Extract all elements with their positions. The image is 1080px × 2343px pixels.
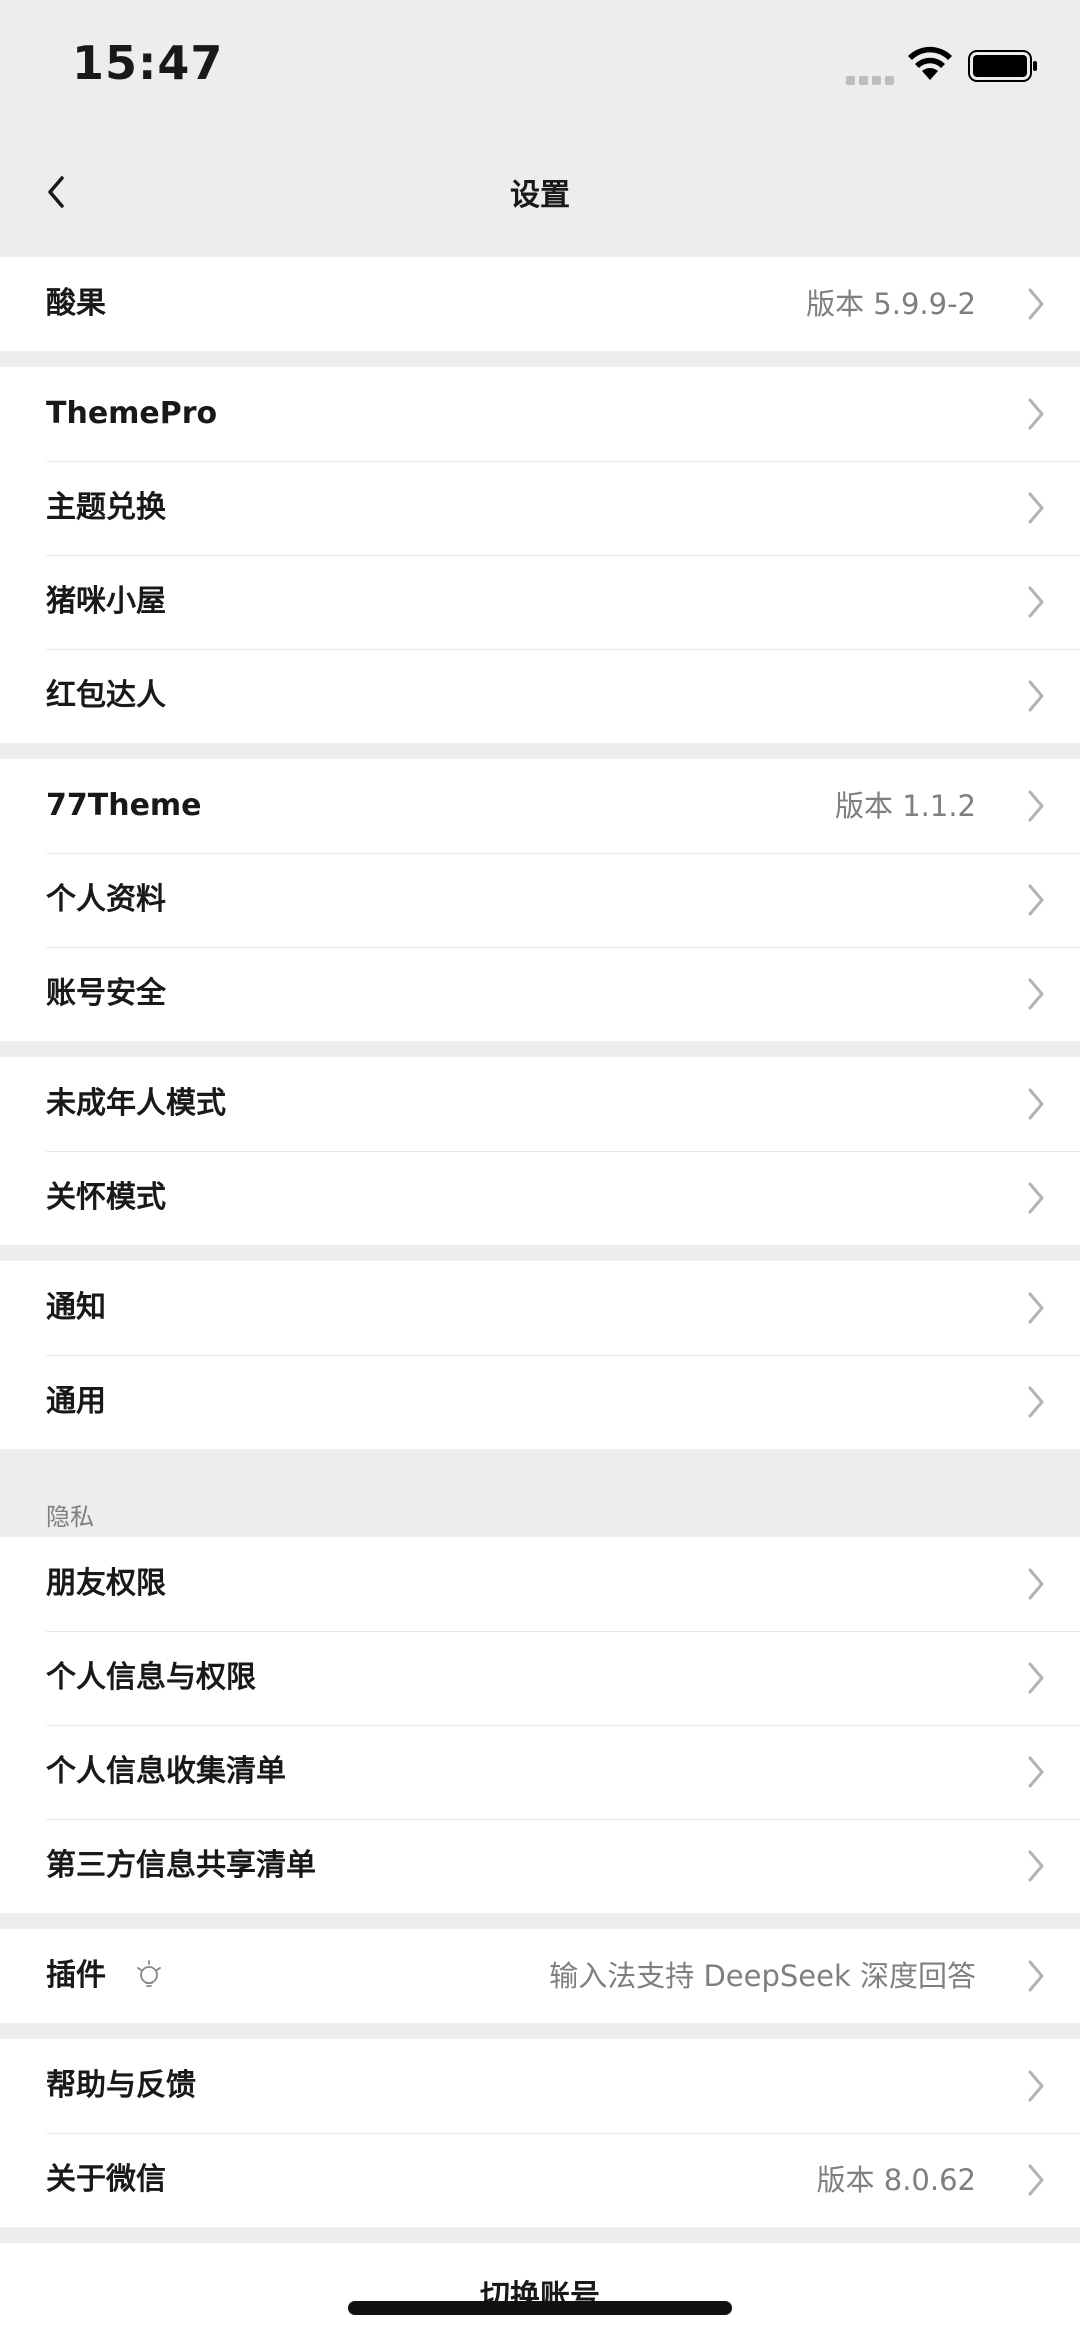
settings-row-cat-house[interactable]: 猪咪小屋 <box>0 555 1080 649</box>
chevron-right-icon <box>1028 398 1044 430</box>
settings-row-general[interactable]: 通用 <box>0 1355 1080 1449</box>
row-label: 帮助与反馈 <box>46 2068 196 2103</box>
settings-row-minor-mode[interactable]: 未成年人模式 <box>0 1057 1080 1151</box>
wifi-icon <box>908 46 952 80</box>
privacy-section-header: 隐私 <box>0 1449 1080 1537</box>
chevron-right-icon <box>1028 1850 1044 1882</box>
chevron-right-icon <box>1028 2070 1044 2102</box>
section-privacy: 朋友权限 个人信息与权限 个人信息收集清单 第三方信息共享清单 <box>0 1537 1080 1913</box>
row-label: 未成年人模式 <box>46 1086 226 1121</box>
settings-row-third-party-sharing-list[interactable]: 第三方信息共享清单 <box>0 1819 1080 1913</box>
section-plugins: 插件 输入法支持 DeepSeek 深度回答 <box>0 1929 1080 2023</box>
row-label: 个人资料 <box>46 882 166 917</box>
settings-row-help-feedback[interactable]: 帮助与反馈 <box>0 2039 1080 2133</box>
status-time: 15:47 <box>72 36 224 90</box>
row-label: 77Theme <box>46 788 202 823</box>
row-label: 主题兑换 <box>46 490 166 525</box>
row-label: 账号安全 <box>46 976 166 1011</box>
row-label: 个人信息与权限 <box>46 1660 256 1695</box>
chevron-right-icon <box>1028 790 1044 822</box>
row-label: 第三方信息共享清单 <box>46 1848 316 1883</box>
row-value: 版本 1.1.2 <box>834 789 976 823</box>
status-bar: 15:47 <box>0 0 1080 130</box>
row-label: 朋友权限 <box>46 1566 166 1601</box>
chevron-right-icon <box>1028 1756 1044 1788</box>
chevron-right-icon <box>1028 492 1044 524</box>
chevron-right-icon <box>1028 1088 1044 1120</box>
row-label: 通用 <box>46 1384 106 1419</box>
switch-account-button[interactable]: 切换账号 <box>0 2243 1080 2343</box>
plugin-lightbulb-icon <box>137 1960 161 1987</box>
settings-row-themepro[interactable]: ThemePro <box>0 367 1080 461</box>
section-themes: ThemePro 主题兑换 猪咪小屋 红包达人 <box>0 367 1080 743</box>
page-title: 设置 <box>510 178 570 213</box>
settings-row-friend-permissions[interactable]: 朋友权限 <box>0 1537 1080 1631</box>
row-label: 插件 <box>46 1958 106 1993</box>
navigation-bar: 设置 <box>0 130 1080 258</box>
chevron-right-icon <box>1028 2164 1044 2196</box>
row-label: 猪咪小屋 <box>46 584 166 619</box>
chevron-right-icon <box>1028 884 1044 916</box>
row-label: 红包达人 <box>46 678 166 713</box>
row-label: 酸果 <box>46 286 106 321</box>
section-suanguo: 酸果 版本 5.9.9-2 <box>0 257 1080 351</box>
chevron-right-icon <box>1028 1960 1044 1992</box>
settings-row-theme-redeem[interactable]: 主题兑换 <box>0 461 1080 555</box>
row-value: 版本 5.9.9-2 <box>806 287 976 321</box>
home-indicator[interactable] <box>348 2301 732 2315</box>
battery-icon <box>968 50 1037 82</box>
settings-row-info-collection-list[interactable]: 个人信息收集清单 <box>0 1725 1080 1819</box>
chevron-right-icon <box>1028 1568 1044 1600</box>
chevron-right-icon <box>1028 1292 1044 1324</box>
settings-row-notifications[interactable]: 通知 <box>0 1261 1080 1355</box>
chevron-right-icon <box>1028 586 1044 618</box>
settings-row-account-security[interactable]: 账号安全 <box>0 947 1080 1041</box>
row-label: 关于微信 <box>46 2162 166 2197</box>
row-label: 个人信息收集清单 <box>46 1754 286 1789</box>
settings-list: 酸果 版本 5.9.9-2 ThemePro 主题兑换 猪咪小屋 红包达人 77… <box>0 257 1080 2343</box>
settings-row-77theme[interactable]: 77Theme 版本 1.1.2 <box>0 759 1080 853</box>
chevron-right-icon <box>1028 1386 1044 1418</box>
section-help: 帮助与反馈 关于微信 版本 8.0.62 <box>0 2039 1080 2227</box>
privacy-header-label: 隐私 <box>46 1503 94 1531</box>
row-value: 输入法支持 DeepSeek 深度回答 <box>549 1959 976 1993</box>
row-value: 版本 8.0.62 <box>816 2163 976 2197</box>
settings-row-personal-info-permissions[interactable]: 个人信息与权限 <box>0 1631 1080 1725</box>
row-label: ThemePro <box>46 396 218 431</box>
chevron-right-icon <box>1028 288 1044 320</box>
row-label: 通知 <box>46 1290 106 1325</box>
settings-row-profile[interactable]: 个人资料 <box>0 853 1080 947</box>
chevron-right-icon <box>1028 1662 1044 1694</box>
settings-row-care-mode[interactable]: 关怀模式 <box>0 1151 1080 1245</box>
settings-row-plugins[interactable]: 插件 输入法支持 DeepSeek 深度回答 <box>0 1929 1080 2023</box>
settings-row-suanguo[interactable]: 酸果 版本 5.9.9-2 <box>0 257 1080 351</box>
section-modes: 未成年人模式 关怀模式 <box>0 1057 1080 1245</box>
chevron-right-icon <box>1028 680 1044 712</box>
section-general: 通知 通用 <box>0 1261 1080 1449</box>
row-label: 关怀模式 <box>46 1180 166 1215</box>
section-account: 77Theme 版本 1.1.2 个人资料 账号安全 <box>0 759 1080 1041</box>
chevron-right-icon <box>1028 1182 1044 1214</box>
settings-row-about-wechat[interactable]: 关于微信 版本 8.0.62 <box>0 2133 1080 2227</box>
cellular-signal-icon <box>846 70 898 85</box>
chevron-right-icon <box>1028 978 1044 1010</box>
settings-row-red-packet[interactable]: 红包达人 <box>0 649 1080 743</box>
